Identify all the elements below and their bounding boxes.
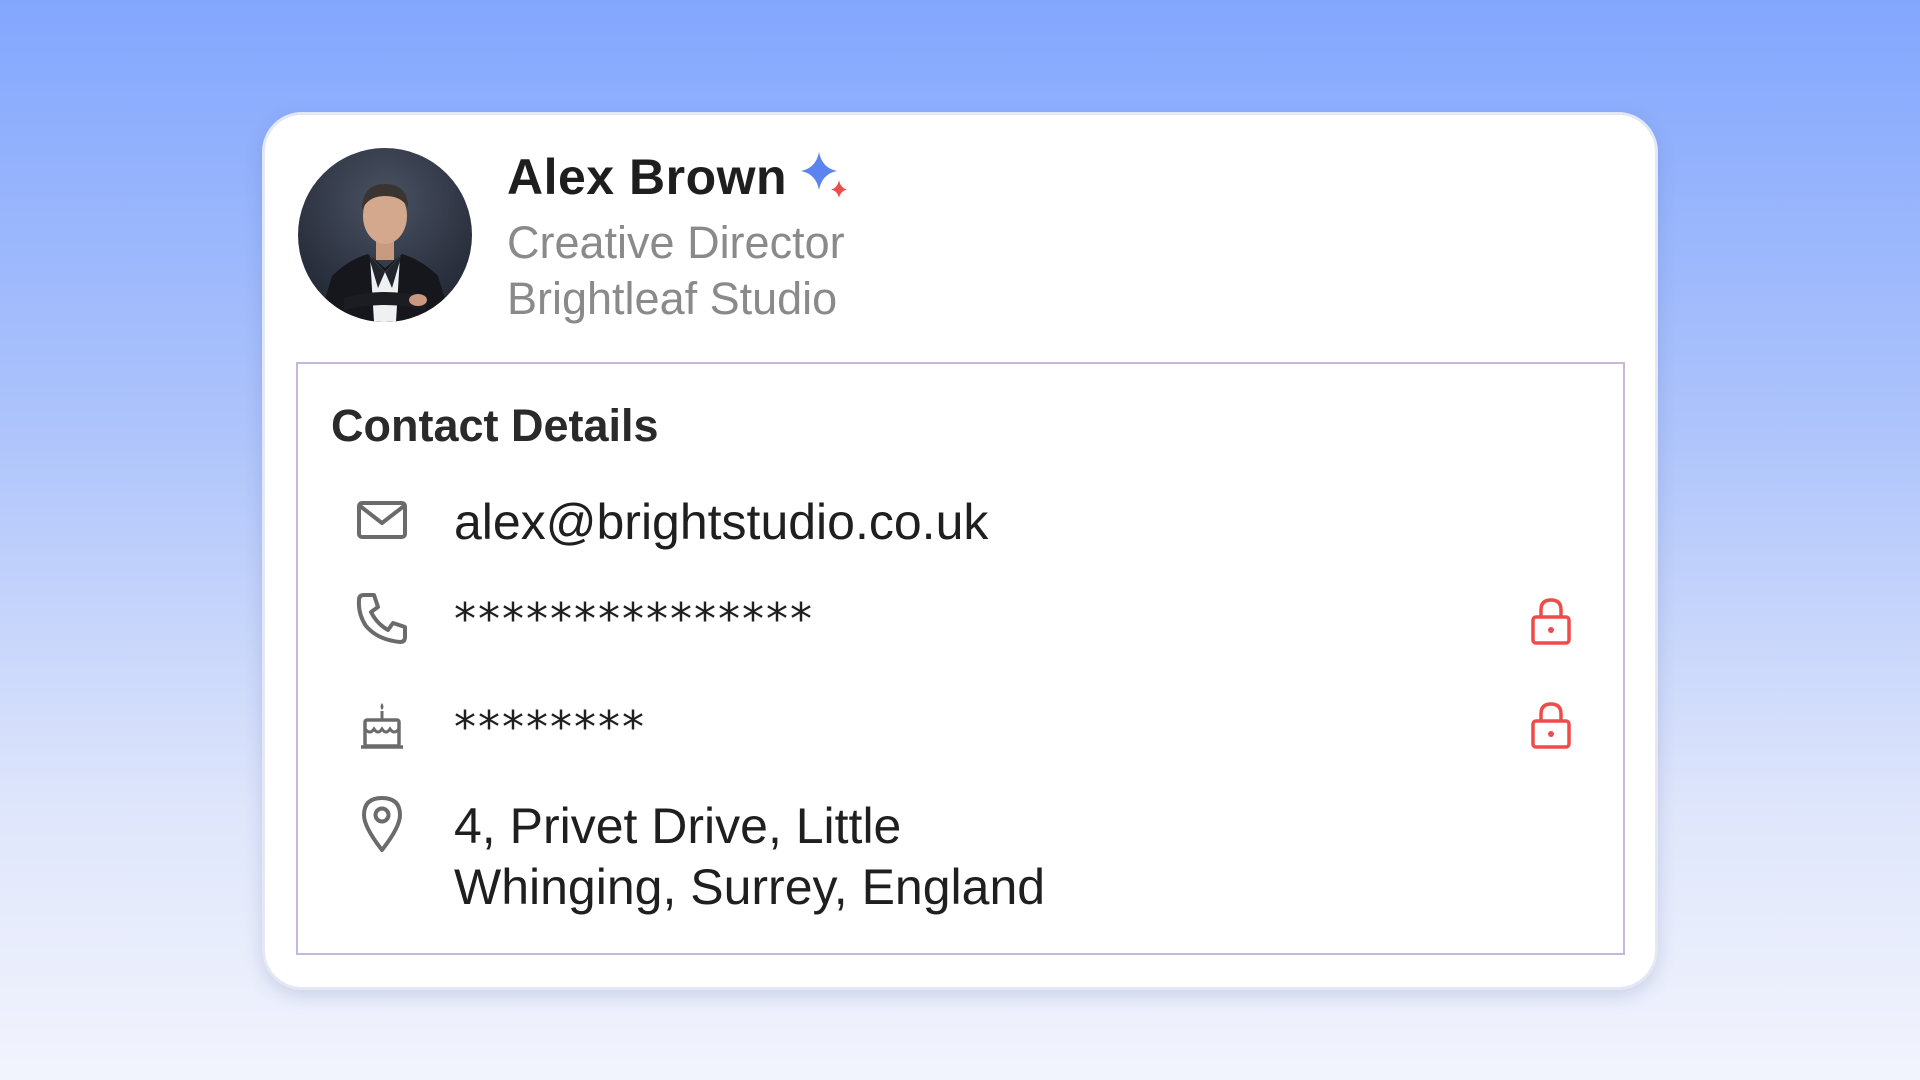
location-pin-icon (354, 796, 410, 852)
contact-details-heading: Contact Details (331, 400, 659, 451)
name-row: Alex Brown (507, 145, 855, 209)
contact-email-value[interactable]: alex@brightstudio.co.uk (454, 492, 988, 552)
contact-phone-value: *************** (454, 594, 814, 645)
contact-email-row[interactable]: alex@brightstudio.co.uk (354, 492, 1583, 552)
birthday-cake-icon (354, 698, 410, 754)
lock-icon[interactable] (1529, 596, 1573, 646)
mail-icon (354, 492, 410, 548)
contact-address-value: 4, Privet Drive, Little Whinging, Surrey… (454, 796, 1045, 918)
avatar[interactable] (298, 148, 472, 322)
profile-name: Alex Brown (507, 149, 788, 205)
profile-title: Creative Director (507, 217, 845, 268)
sparkle-icon (801, 152, 848, 198)
contact-details-section: Contact Details alex@brightstudio.co.uk … (296, 362, 1625, 955)
profile-company: Brightleaf Studio (507, 273, 838, 324)
contact-birthday-row: ******** (354, 698, 1583, 758)
address-line-1: 4, Privet Drive, Little (454, 798, 902, 854)
address-line-2: Whinging, Surrey, England (454, 859, 1046, 915)
contact-address-row: 4, Privet Drive, Little Whinging, Surrey… (354, 796, 1583, 918)
phone-icon (354, 590, 410, 646)
contact-birthday-value: ******** (454, 702, 646, 753)
lock-icon[interactable] (1529, 700, 1573, 750)
profile-photo (318, 184, 452, 322)
profile-card: Alex Brown Creative Director Brightleaf … (262, 112, 1658, 990)
contact-phone-row: *************** (354, 590, 1583, 650)
